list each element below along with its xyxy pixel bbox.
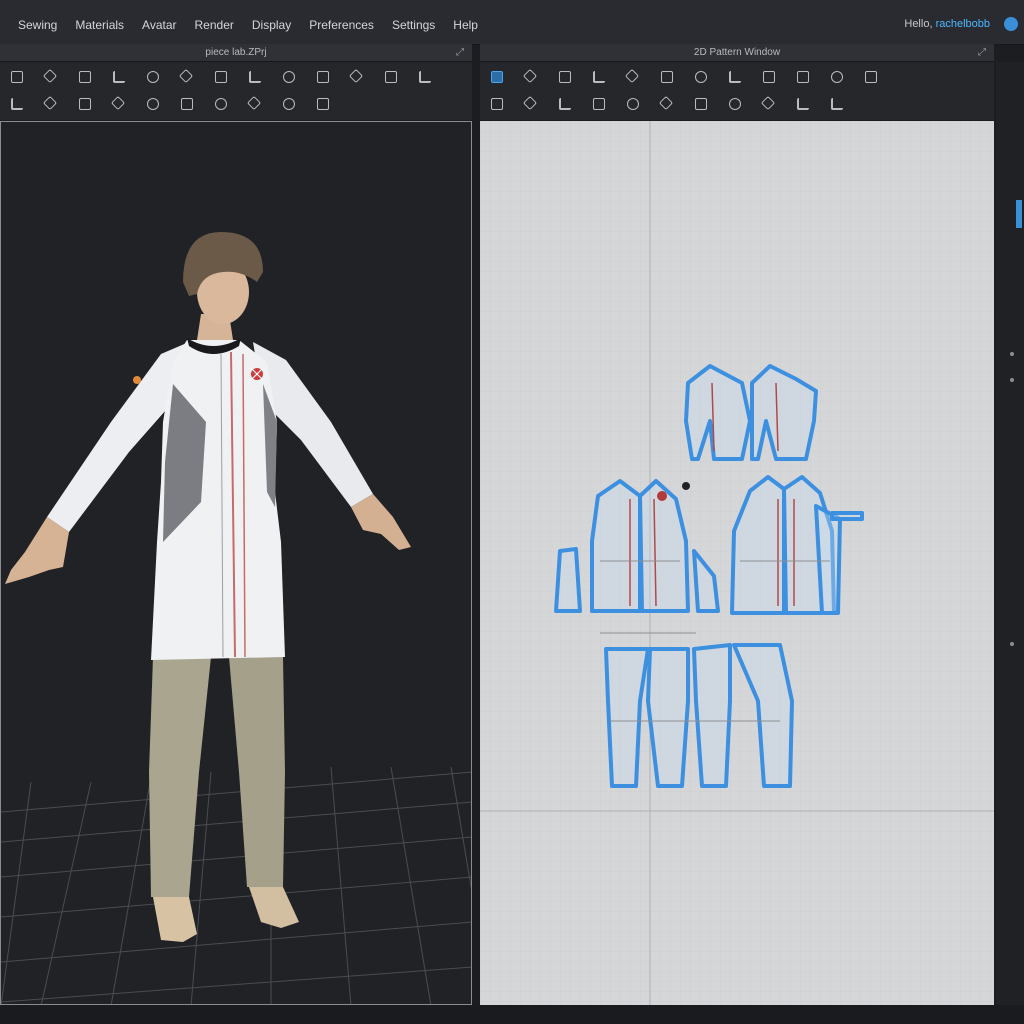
expand-icon[interactable]: ⤢ <box>978 44 986 61</box>
zipper-tool-icon[interactable] <box>380 68 402 86</box>
segment-sewing-icon[interactable] <box>486 95 508 113</box>
side-panel-dot <box>1010 352 1014 356</box>
heart-tool-icon[interactable] <box>278 95 300 113</box>
fold-arrange-icon[interactable] <box>588 95 610 113</box>
heart-icon[interactable] <box>758 95 780 113</box>
grid-icon[interactable] <box>860 68 882 86</box>
panel-title-3d: piece lab.ZPrj ⤢ <box>0 44 472 62</box>
menu-render[interactable]: Render <box>195 18 234 32</box>
pattern-logo-marker <box>657 491 667 501</box>
topstitch-2d-icon[interactable] <box>656 95 678 113</box>
2d-toolbar <box>480 62 994 120</box>
menu-display[interactable]: Display <box>252 18 291 32</box>
pattern-point-marker <box>682 482 690 490</box>
pattern-piece-sleeve-left[interactable] <box>684 364 752 461</box>
circle-icon[interactable] <box>690 68 712 86</box>
edit-point-icon[interactable] <box>520 68 542 86</box>
rectangle-icon[interactable] <box>656 68 678 86</box>
topstitch-tool-icon[interactable] <box>210 95 232 113</box>
3d-scene <box>1 232 471 1004</box>
arrange-tool-icon[interactable] <box>6 95 28 113</box>
trim-tool-icon[interactable] <box>74 95 96 113</box>
menu-sewing[interactable]: Sewing <box>18 18 57 32</box>
transform-pattern-icon[interactable] <box>486 68 508 86</box>
pattern-canvas <box>480 121 994 1005</box>
pin-tool-icon[interactable] <box>108 68 130 86</box>
menu-items: Sewing Materials Avatar Render Display P… <box>18 18 496 32</box>
slash-icon[interactable] <box>826 95 848 113</box>
pattern-piece-pant-front-right[interactable] <box>646 647 690 788</box>
measure-tool-icon[interactable] <box>210 68 232 86</box>
annotation-tool-icon[interactable] <box>312 95 334 113</box>
select-tool-icon[interactable] <box>6 68 28 86</box>
left-pant-leg <box>149 657 211 897</box>
right-shoe <box>249 887 299 928</box>
floor-grid <box>1 766 471 1004</box>
2d-pattern-window[interactable] <box>480 121 994 1005</box>
polygon-icon[interactable] <box>622 68 644 86</box>
pen-icon[interactable] <box>792 95 814 113</box>
menu-avatar[interactable]: Avatar <box>142 18 176 32</box>
avatar-tool-icon[interactable] <box>346 68 368 86</box>
shoulder-logo <box>133 376 141 384</box>
side-panel-dot <box>1010 642 1014 646</box>
puckering-tool-icon[interactable] <box>244 95 266 113</box>
fabric-tool-icon[interactable] <box>108 95 130 113</box>
internal-line-icon[interactable] <box>724 68 746 86</box>
3d-garment-window[interactable] <box>0 121 472 1005</box>
brush-tool-icon[interactable] <box>176 68 198 86</box>
menu-settings[interactable]: Settings <box>392 18 435 32</box>
left-shoe <box>153 897 197 942</box>
buttonhole-icon[interactable] <box>724 95 746 113</box>
free-sewing-icon[interactable] <box>520 95 542 113</box>
right-pant-leg <box>229 657 285 887</box>
side-panel-tab[interactable] <box>1016 200 1022 228</box>
tack-tool-icon[interactable] <box>142 68 164 86</box>
transform-tool-icon[interactable] <box>312 68 334 86</box>
button-2d-icon[interactable] <box>690 95 712 113</box>
move-tool-icon[interactable] <box>40 68 62 86</box>
dart-icon[interactable] <box>758 68 780 86</box>
button-tool-icon[interactable] <box>414 68 436 86</box>
snap-tool-icon[interactable] <box>278 68 300 86</box>
ruler-tool-icon[interactable] <box>244 68 266 86</box>
menu-bar: Sewing Materials Avatar Render Display P… <box>0 0 1024 45</box>
coat-logo <box>250 367 264 381</box>
fold-tool-icon[interactable] <box>74 68 96 86</box>
seam-allowance-icon[interactable] <box>622 95 644 113</box>
avatar-icon[interactable] <box>1004 17 1018 31</box>
greeting-text: Hello, <box>904 18 933 30</box>
pattern-piece-side-back[interactable] <box>814 504 842 615</box>
pattern-piece-front-left[interactable] <box>590 479 642 613</box>
symmetry-icon[interactable] <box>826 68 848 86</box>
check-sewing-icon[interactable] <box>554 95 576 113</box>
3d-window-title: piece lab.ZPrj <box>205 47 267 58</box>
strap-tool-icon[interactable] <box>40 95 62 113</box>
user-name[interactable]: rachelbobb <box>936 18 990 30</box>
graphic-tool-icon[interactable] <box>176 95 198 113</box>
right-side-panel <box>996 62 1024 1024</box>
pattern-piece-side-front-left[interactable] <box>554 547 582 613</box>
texture-tool-icon[interactable] <box>142 95 164 113</box>
left-hand <box>5 517 69 584</box>
side-panel-dot <box>1010 378 1014 382</box>
pattern-piece-pant-back-left[interactable] <box>692 643 732 788</box>
add-point-icon[interactable] <box>588 68 610 86</box>
3d-toolbar <box>0 62 472 120</box>
menu-preferences[interactable]: Preferences <box>309 18 374 32</box>
menu-materials[interactable]: Materials <box>75 18 124 32</box>
trace-icon[interactable] <box>792 68 814 86</box>
edit-curve-icon[interactable] <box>554 68 576 86</box>
pattern-piece-strap[interactable] <box>830 511 864 521</box>
expand-icon[interactable]: ⤢ <box>456 44 464 61</box>
menu-help[interactable]: Help <box>453 18 478 32</box>
panel-title-2d: 2D Pattern Window ⤢ <box>480 44 994 62</box>
avatar-figure <box>5 232 411 942</box>
2d-window-title: 2D Pattern Window <box>693 47 781 58</box>
right-hand <box>351 494 411 550</box>
user-greeting: Hello, rachelbobb <box>904 18 990 30</box>
status-bar <box>0 1005 1024 1024</box>
